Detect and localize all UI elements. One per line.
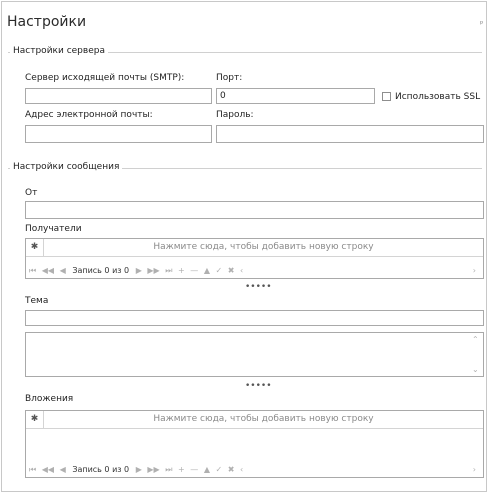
prev-record-icon[interactable]: ◀ bbox=[60, 463, 66, 477]
last-record-icon[interactable]: ⏭ bbox=[165, 264, 172, 278]
attachments-new-row-text[interactable]: Нажмите сюда, чтобы добавить новую строк… bbox=[44, 411, 483, 428]
new-row-star-icon: ✱ bbox=[26, 239, 44, 256]
scroll-left-icon[interactable]: ‹ bbox=[240, 264, 243, 278]
subject-label: Тема bbox=[25, 296, 49, 306]
splitter-handle[interactable]: ••••• bbox=[245, 282, 272, 292]
message-body-textarea[interactable]: ⌃ ⌄ bbox=[25, 332, 484, 377]
splitter-handle-2[interactable]: ••••• bbox=[245, 381, 272, 391]
next-page-icon[interactable]: ▶▶ bbox=[147, 463, 159, 477]
scroll-down-icon[interactable]: ⌄ bbox=[472, 365, 479, 374]
apply-check-icon[interactable]: ✓ bbox=[216, 264, 223, 278]
email-input[interactable] bbox=[25, 125, 212, 143]
smtp-input[interactable] bbox=[25, 88, 212, 104]
smtp-label: Сервер исходящей почты (SMTP): bbox=[25, 73, 185, 83]
subject-input[interactable] bbox=[25, 310, 484, 326]
email-label: Адрес электронной почты: bbox=[25, 110, 153, 120]
edit-up-icon[interactable]: ▲ bbox=[204, 264, 210, 278]
add-record-icon[interactable]: + bbox=[178, 264, 185, 278]
remove-record-icon[interactable]: — bbox=[190, 264, 198, 278]
recipients-new-row[interactable]: ✱ Нажмите сюда, чтобы добавить новую стр… bbox=[26, 239, 483, 257]
attachments-grid: ✱ Нажмите сюда, чтобы добавить новую стр… bbox=[25, 410, 484, 478]
prev-record-icon[interactable]: ◀ bbox=[60, 264, 66, 278]
port-input[interactable]: 0 bbox=[216, 88, 375, 104]
attachments-navigator: ⏮ ◀◀ ◀ Запись 0 из 0 ▶ ▶▶ ⏭ + — ▲ ✓ ✖ ‹ … bbox=[26, 463, 483, 477]
password-input[interactable] bbox=[216, 125, 484, 143]
remove-record-icon[interactable]: — bbox=[190, 463, 198, 477]
from-input[interactable] bbox=[25, 201, 484, 219]
last-record-icon[interactable]: ⏭ bbox=[165, 463, 172, 477]
recipients-grid: ✱ Нажмите сюда, чтобы добавить новую стр… bbox=[25, 238, 484, 279]
edit-up-icon[interactable]: ▲ bbox=[204, 463, 210, 477]
body-scrollbar[interactable]: ⌃ ⌄ bbox=[469, 333, 483, 376]
recipients-record-counter: Запись 0 из 0 bbox=[72, 266, 130, 275]
prev-page-icon[interactable]: ◀◀ bbox=[42, 264, 54, 278]
panel-title: Настройки bbox=[7, 14, 87, 30]
recipients-label: Получатели bbox=[25, 224, 82, 234]
message-group-legend: Настройки сообщения bbox=[10, 162, 123, 172]
ssl-checkbox[interactable] bbox=[382, 92, 391, 101]
first-record-icon[interactable]: ⏮ bbox=[29, 264, 36, 278]
apply-check-icon[interactable]: ✓ bbox=[216, 463, 223, 477]
recipients-navigator: ⏮ ◀◀ ◀ Запись 0 из 0 ▶ ▶▶ ⏭ + — ▲ ✓ ✖ ‹ … bbox=[26, 264, 483, 278]
from-label: От bbox=[25, 188, 38, 198]
port-label: Порт: bbox=[216, 73, 243, 83]
attachments-new-row[interactable]: ✱ Нажмите сюда, чтобы добавить новую стр… bbox=[26, 411, 483, 429]
scroll-right-icon[interactable]: › bbox=[473, 264, 476, 278]
first-record-icon[interactable]: ⏮ bbox=[29, 463, 36, 477]
add-record-icon[interactable]: + bbox=[178, 463, 185, 477]
cancel-edit-icon[interactable]: ✖ bbox=[228, 463, 235, 477]
scroll-up-icon[interactable]: ⌃ bbox=[472, 335, 479, 344]
pin-icon[interactable]: ᵖ bbox=[480, 19, 483, 28]
scroll-right-icon[interactable]: › bbox=[473, 463, 476, 477]
next-record-icon[interactable]: ▶ bbox=[136, 264, 142, 278]
next-record-icon[interactable]: ▶ bbox=[136, 463, 142, 477]
password-label: Пароль: bbox=[216, 110, 254, 120]
scroll-left-icon[interactable]: ‹ bbox=[240, 463, 243, 477]
ssl-label[interactable]: Использовать SSL bbox=[395, 92, 480, 102]
new-row-star-icon: ✱ bbox=[26, 411, 44, 428]
server-group-legend: Настройки сервера bbox=[10, 46, 108, 56]
attachments-record-counter: Запись 0 из 0 bbox=[72, 465, 130, 474]
attachments-label: Вложения bbox=[25, 394, 74, 404]
next-page-icon[interactable]: ▶▶ bbox=[147, 264, 159, 278]
prev-page-icon[interactable]: ◀◀ bbox=[42, 463, 54, 477]
cancel-edit-icon[interactable]: ✖ bbox=[228, 264, 235, 278]
recipients-new-row-text[interactable]: Нажмите сюда, чтобы добавить новую строк… bbox=[44, 239, 483, 256]
